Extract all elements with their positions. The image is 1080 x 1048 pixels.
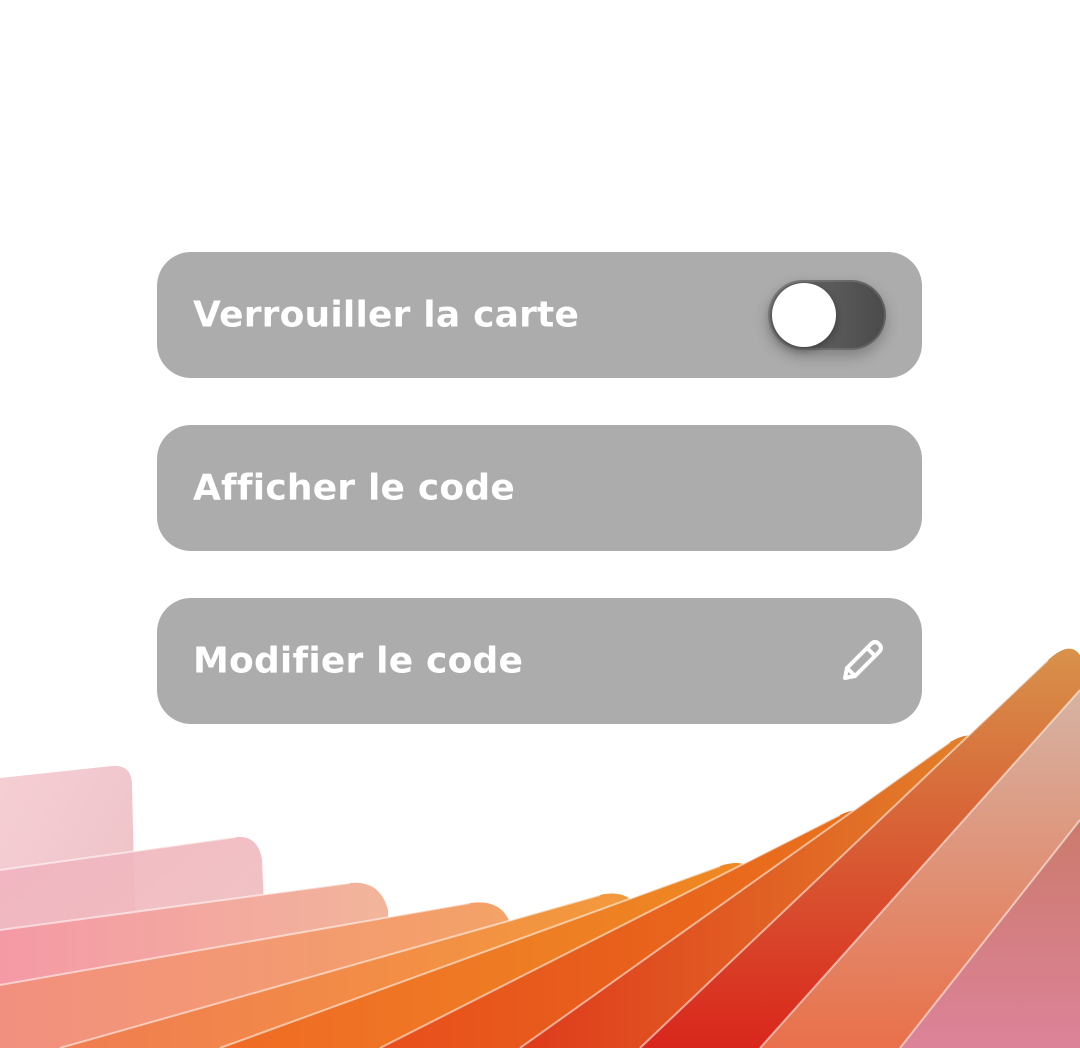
show-code-row[interactable]: Afficher le code [157,425,922,551]
lock-card-toggle[interactable] [768,280,886,350]
lock-card-label: Verrouiller la carte [193,294,580,336]
show-code-label: Afficher le code [193,467,515,509]
pencil-icon[interactable] [833,634,889,690]
edit-code-row[interactable]: Modifier le code [157,598,922,724]
edit-code-label: Modifier le code [193,640,524,682]
lock-card-row[interactable]: Verrouiller la carte [157,252,922,378]
toggle-knob [772,283,836,347]
